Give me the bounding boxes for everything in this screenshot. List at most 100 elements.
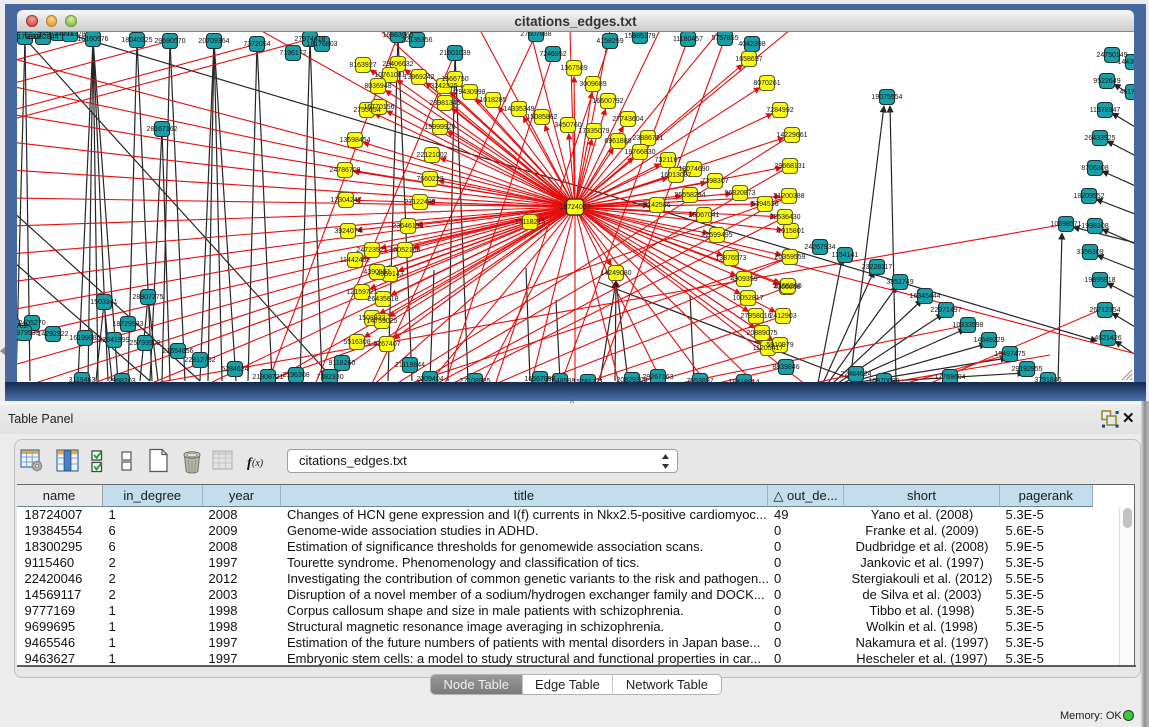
svg-text:14435188: 14435188 (1117, 59, 1134, 66)
svg-text:6284624: 6284624 (221, 366, 248, 373)
svg-text:24267934: 24267934 (804, 244, 835, 251)
svg-text:2405270: 2405270 (18, 320, 45, 327)
svg-text:10698571: 10698571 (1050, 221, 1081, 228)
svg-text:22121002: 22121002 (416, 152, 447, 159)
svg-text:15118215: 15118215 (515, 219, 546, 226)
svg-text:20709364: 20709364 (198, 38, 229, 45)
svg-text:10761081: 10761081 (374, 72, 405, 79)
svg-text:14292922: 14292922 (37, 331, 68, 338)
svg-text:29192955: 29192955 (1011, 366, 1042, 373)
svg-text:26435618: 26435618 (367, 296, 398, 303)
svg-text:21119844: 21119844 (395, 362, 425, 369)
svg-text:3851749: 3851749 (886, 279, 913, 286)
svg-text:24750149: 24750149 (1096, 52, 1127, 59)
svg-text:9522649: 9522649 (1093, 78, 1120, 85)
svg-text:27122489: 27122489 (404, 199, 435, 206)
svg-text:5516308: 5516308 (343, 339, 370, 346)
svg-text:19075554: 19075554 (871, 94, 902, 101)
svg-text:11578947: 11578947 (1090, 107, 1121, 114)
svg-text:23886721: 23886721 (632, 135, 663, 142)
svg-text:29668131: 29668131 (774, 163, 805, 170)
svg-text:26712354: 26712354 (1089, 307, 1120, 314)
svg-text:18209552: 18209552 (1073, 193, 1104, 200)
svg-text:13598454: 13598454 (339, 137, 370, 144)
svg-text:16345444: 16345444 (909, 293, 940, 300)
svg-text:21654856: 21654856 (162, 348, 193, 355)
svg-text:9118260: 9118260 (329, 360, 356, 367)
svg-text:26433925: 26433925 (1084, 135, 1115, 142)
svg-text:26820873: 26820873 (724, 190, 755, 197)
svg-text:27108985: 27108985 (459, 378, 490, 382)
svg-text:29430998: 29430998 (454, 89, 485, 96)
svg-text:3119463: 3119463 (69, 377, 96, 382)
svg-text:3791845: 3791845 (1034, 377, 1061, 382)
svg-text:8163927: 8163927 (349, 62, 376, 69)
svg-text:7553897: 7553897 (686, 378, 713, 382)
svg-text:10870088: 10870088 (868, 378, 899, 382)
svg-text:16160976: 16160976 (77, 36, 108, 43)
svg-text:19766830: 19766830 (624, 149, 655, 156)
svg-text:15067041: 15067041 (688, 212, 719, 219)
svg-text:12159721: 12159721 (346, 289, 377, 296)
svg-text:7660223: 7660223 (416, 176, 443, 183)
svg-text:21200388: 21200388 (773, 193, 804, 200)
svg-text:4390551: 4390551 (363, 269, 390, 276)
svg-text:22536430: 22536430 (769, 214, 800, 221)
svg-text:29690570: 29690570 (154, 38, 185, 45)
svg-text:7196172: 7196172 (279, 50, 306, 57)
svg-text:3924074: 3924074 (334, 228, 361, 235)
svg-text:22812762: 22812762 (184, 357, 215, 364)
svg-text:5757855: 5757855 (711, 35, 738, 42)
svg-text:25793902: 25793902 (129, 340, 160, 347)
svg-text:22484624: 22484624 (840, 371, 871, 378)
svg-text:18176803: 18176803 (306, 41, 337, 48)
svg-text:8706308: 8706308 (1081, 165, 1108, 172)
svg-text:18418914: 18418914 (728, 379, 759, 382)
svg-text:9267407: 9267407 (373, 341, 400, 348)
svg-text:1367589: 1367589 (560, 65, 587, 72)
svg-text:10052817: 10052817 (732, 295, 763, 302)
svg-text:18724007: 18724007 (559, 204, 590, 211)
svg-text:(x): (x) (252, 458, 264, 469)
svg-text:16600792: 16600792 (592, 98, 623, 105)
svg-text:3009689: 3009689 (579, 81, 606, 88)
svg-text:1018285: 1018285 (479, 97, 506, 104)
svg-text:27743604: 27743604 (612, 116, 643, 123)
svg-text:19497475: 19497475 (994, 351, 1025, 358)
svg-text:7246952: 7246952 (539, 51, 566, 58)
svg-text:2196308: 2196308 (282, 372, 309, 379)
svg-text:25558294: 25558294 (674, 192, 705, 199)
svg-text:16199985: 16199985 (69, 335, 100, 342)
svg-text:29406632: 29406632 (382, 61, 413, 68)
svg-text:18729533: 18729533 (112, 321, 143, 328)
svg-text:18040325: 18040325 (121, 37, 152, 44)
svg-text:15781771: 15781771 (572, 379, 603, 382)
svg-text:5910979: 5910979 (766, 342, 793, 349)
svg-text:24723521: 24723521 (356, 247, 387, 254)
svg-text:19895918: 19895918 (1084, 277, 1115, 284)
svg-text:15985179: 15985179 (624, 33, 655, 40)
svg-text:8155260: 8155260 (774, 283, 801, 290)
svg-text:4042398: 4042398 (738, 41, 765, 48)
svg-text:20979533: 20979533 (17, 330, 40, 337)
svg-text:22971497: 22971497 (930, 307, 961, 314)
svg-text:28167162: 28167162 (146, 126, 177, 133)
svg-text:19999920: 19999920 (424, 124, 455, 131)
svg-text:1658697: 1658697 (735, 56, 762, 63)
svg-text:20889075: 20889075 (746, 330, 777, 337)
svg-text:3356309: 3356309 (1076, 249, 1103, 256)
svg-text:8070261: 8070261 (753, 80, 780, 87)
svg-text:1566750: 1566750 (441, 76, 468, 83)
svg-text:15085862: 15085862 (526, 114, 557, 121)
svg-text:14649229: 14649229 (973, 337, 1004, 344)
svg-text:18074690: 18074690 (678, 166, 709, 173)
svg-text:7321167: 7321167 (655, 157, 682, 164)
svg-text:22599495: 22599495 (701, 232, 732, 239)
svg-text:16013087: 16013087 (660, 172, 691, 179)
svg-text:10052166: 10052166 (389, 247, 420, 254)
svg-text:21601039: 21601039 (439, 50, 470, 57)
svg-text:23646193: 23646193 (392, 223, 423, 230)
svg-text:17335079: 17335079 (578, 128, 609, 135)
svg-text:28907275: 28907275 (132, 294, 163, 301)
svg-text:7372054: 7372054 (243, 41, 270, 48)
